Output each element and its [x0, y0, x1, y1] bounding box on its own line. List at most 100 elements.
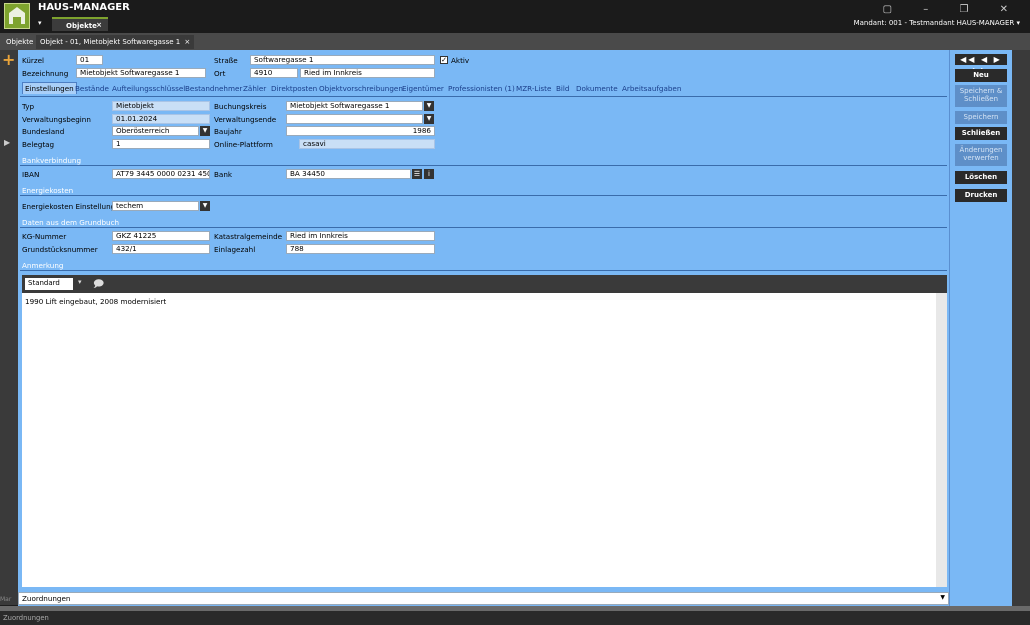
- editor-scrollbar[interactable]: [936, 293, 947, 587]
- subtab-objekt-detail[interactable]: Objekt - 01, Mietobjekt Softwaregasse 1 …: [36, 35, 195, 49]
- add-icon[interactable]: +: [2, 52, 15, 68]
- subtab-objekte[interactable]: Objekte: [2, 35, 37, 49]
- baujahr-label: Baujahr: [214, 127, 242, 136]
- paragraph-style-select[interactable]: Standard: [25, 278, 73, 290]
- subtab-bar: Objekte Objekt - 01, Mietobjekt Software…: [0, 33, 1030, 50]
- verwaltungsende-input[interactable]: [286, 114, 423, 124]
- aktiv-label: Aktiv: [451, 56, 470, 65]
- drucken-button[interactable]: Drucken: [955, 189, 1007, 202]
- status-bar: Zuordnungen: [0, 611, 1030, 625]
- anmerkung-editor[interactable]: 1990 Lift eingebaut, 2008 modernisiert: [22, 293, 936, 587]
- tab-arbeitsaufgaben[interactable]: Arbeitsaufgaben: [622, 84, 681, 93]
- bank-label: Bank: [214, 170, 233, 179]
- tab-label: Objekte: [66, 22, 97, 30]
- subtab-label: Objekt - 01, Mietobjekt Softwaregasse 1: [40, 38, 181, 46]
- chevron-down-icon[interactable]: ▼: [424, 114, 434, 124]
- tab-dokumente[interactable]: Dokumente: [576, 84, 618, 93]
- tab-mzr-liste[interactable]: MZR-Liste: [516, 84, 551, 93]
- section-divider: [20, 195, 947, 196]
- ort-input[interactable]: Ried im Innkreis: [300, 68, 435, 78]
- zuordnungen-label: Zuordnungen: [22, 594, 71, 603]
- tab-zaehler[interactable]: Zähler: [243, 84, 266, 93]
- editor-toolbar: Standard ▾ 🗩: [22, 275, 947, 293]
- baujahr-input[interactable]: 1986: [286, 126, 435, 136]
- loeschen-button[interactable]: Löschen: [955, 171, 1007, 184]
- bezeichnung-input[interactable]: Mietobjekt Softwaregasse 1: [76, 68, 206, 78]
- bank-input[interactable]: BA 34450: [286, 169, 411, 179]
- menu-dropdown-icon[interactable]: ▾: [38, 19, 42, 27]
- mar-label: Mar: [0, 596, 12, 603]
- kg-label: KG-Nummer: [22, 232, 67, 241]
- expand-icon[interactable]: ▶: [4, 138, 10, 147]
- strasse-input[interactable]: Softwaregasse 1: [250, 55, 435, 65]
- neu-button[interactable]: Neu: [955, 69, 1007, 82]
- section-divider: [20, 227, 947, 228]
- energiekosten-select[interactable]: techem: [112, 201, 199, 211]
- tab-aufteilungsschluessel[interactable]: Aufteilungsschlüssel: [112, 84, 185, 93]
- chevron-down-icon[interactable]: ▼: [940, 594, 945, 601]
- right-edge: [1012, 50, 1030, 606]
- typ-value: Mietobjekt: [112, 101, 210, 111]
- buchungskreis-select[interactable]: Mietobjekt Softwaregasse 1: [286, 101, 423, 111]
- app-title: HAUS-MANAGER: [38, 2, 130, 13]
- section-divider: [20, 270, 947, 271]
- tab-eigentuemer[interactable]: Eigentümer: [402, 84, 444, 93]
- title-bar: HAUS-MANAGER ▾ Objekte × ▢ – ❐ ✕ Mandant…: [0, 0, 1030, 33]
- tab-bestandnehmer[interactable]: Bestandnehmer: [185, 84, 242, 93]
- einlage-label: Einlagezahl: [214, 245, 256, 254]
- tab-divider: [20, 96, 947, 97]
- typ-label: Typ: [22, 102, 35, 111]
- section-grundbuch: Daten aus dem Grundbuch: [22, 218, 120, 227]
- buchungskreis-label: Buchungskreis: [214, 102, 267, 111]
- iban-input[interactable]: AT79 3445 0000 0231 4508: [112, 169, 210, 179]
- katastral-input[interactable]: Ried im Innkreis: [286, 231, 435, 241]
- close-icon[interactable]: ×: [184, 38, 190, 46]
- tab-objekte[interactable]: Objekte ×: [52, 17, 108, 31]
- comment-icon[interactable]: 🗩: [93, 277, 104, 294]
- tab-objektvorschreibungen[interactable]: Objektvorschreibungen: [319, 84, 403, 93]
- speichern-button[interactable]: Speichern: [955, 111, 1007, 124]
- chevron-down-icon[interactable]: ▾: [78, 278, 82, 286]
- chevron-down-icon[interactable]: ▼: [200, 201, 210, 211]
- record-navigation[interactable]: ◀◀ ◀ ▶ ▶▶: [955, 54, 1007, 75]
- bundesland-label: Bundesland: [22, 127, 65, 136]
- ort-label: Ort: [214, 69, 226, 78]
- zuordnungen-select[interactable]: Zuordnungen ▼: [18, 592, 949, 605]
- list-icon[interactable]: ☰: [412, 169, 422, 179]
- bundesland-select[interactable]: Oberösterreich: [112, 126, 199, 136]
- section-energiekosten: Energiekosten: [22, 186, 74, 195]
- close-icon[interactable]: ×: [96, 21, 102, 29]
- left-strip: + ▶: [0, 50, 18, 605]
- katastral-label: Katastralgemeinde: [214, 232, 283, 241]
- kuerzel-input[interactable]: 01: [76, 55, 103, 65]
- mandant-selector[interactable]: Mandant: 001 - Testmandant HAUS-MANAGER …: [854, 19, 1020, 27]
- tab-einstellungen[interactable]: Einstellungen: [22, 82, 77, 94]
- aktiv-checkbox[interactable]: ✓: [440, 56, 448, 64]
- iban-label: IBAN: [22, 170, 40, 179]
- energiekosten-label: Energiekosten Einstellung: [22, 202, 116, 211]
- section-bankverbindung: Bankverbindung: [22, 156, 82, 165]
- verwaltungsende-label: Verwaltungsende: [214, 115, 277, 124]
- verwaltungsbeginn-label: Verwaltungsbeginn: [22, 115, 91, 124]
- grundstueck-input[interactable]: 432/1: [112, 244, 210, 254]
- chevron-down-icon[interactable]: ▼: [200, 126, 210, 136]
- tab-professionisten[interactable]: Professionisten (1): [448, 84, 515, 93]
- window-controls[interactable]: ▢ – ❐ ✕: [883, 4, 1022, 15]
- speichern-schliessen-button[interactable]: Speichern & Schließen: [955, 85, 1007, 107]
- belegtag-input[interactable]: 1: [112, 139, 210, 149]
- tab-bestaende[interactable]: Bestände: [75, 84, 109, 93]
- plattform-label: Online-Plattform: [214, 140, 273, 149]
- plz-input[interactable]: 4910: [250, 68, 298, 78]
- aenderungen-verwerfen-button[interactable]: Änderungen verwerfen: [955, 144, 1007, 166]
- section-anmerkung: Anmerkung: [22, 261, 64, 270]
- schliessen-button[interactable]: Schließen: [955, 127, 1007, 140]
- strasse-label: Straße: [214, 56, 238, 65]
- app-logo-icon: [4, 3, 30, 29]
- mandant-label: Mandant: 001 - Testmandant HAUS-MANAGER: [853, 19, 1015, 27]
- chevron-down-icon[interactable]: ▼: [424, 101, 434, 111]
- info-icon[interactable]: i: [424, 169, 434, 179]
- tab-bild[interactable]: Bild: [556, 84, 570, 93]
- tab-direktposten[interactable]: Direktposten: [271, 84, 317, 93]
- einlage-input[interactable]: 788: [286, 244, 435, 254]
- kg-input[interactable]: GKZ 41225: [112, 231, 210, 241]
